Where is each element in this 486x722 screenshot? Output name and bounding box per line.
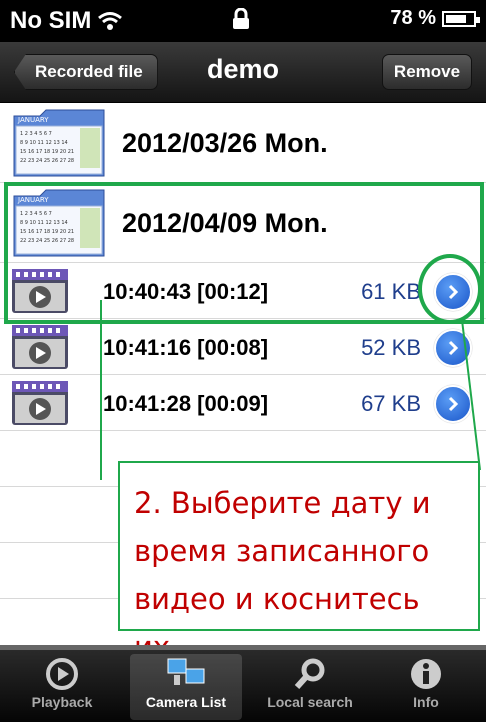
tab-label: Info: [413, 694, 439, 710]
tab-playback[interactable]: Playback: [6, 654, 118, 720]
playback-icon: [45, 654, 79, 694]
tab-label: Local search: [267, 694, 353, 710]
tab-local-search[interactable]: Local search: [254, 654, 366, 720]
instruction-callout: 2. Выберите дату и время записанного вид…: [118, 461, 480, 664]
tab-bar: Playback Camera List Local search Info: [0, 650, 486, 722]
tab-label: Camera List: [145, 694, 227, 710]
tab-camera-list[interactable]: Camera List: [130, 654, 242, 720]
search-icon: [293, 654, 327, 694]
tab-label: Playback: [31, 694, 93, 710]
info-icon: [409, 654, 443, 694]
tab-info[interactable]: Info: [370, 654, 482, 720]
camera-list-icon: [166, 654, 206, 694]
